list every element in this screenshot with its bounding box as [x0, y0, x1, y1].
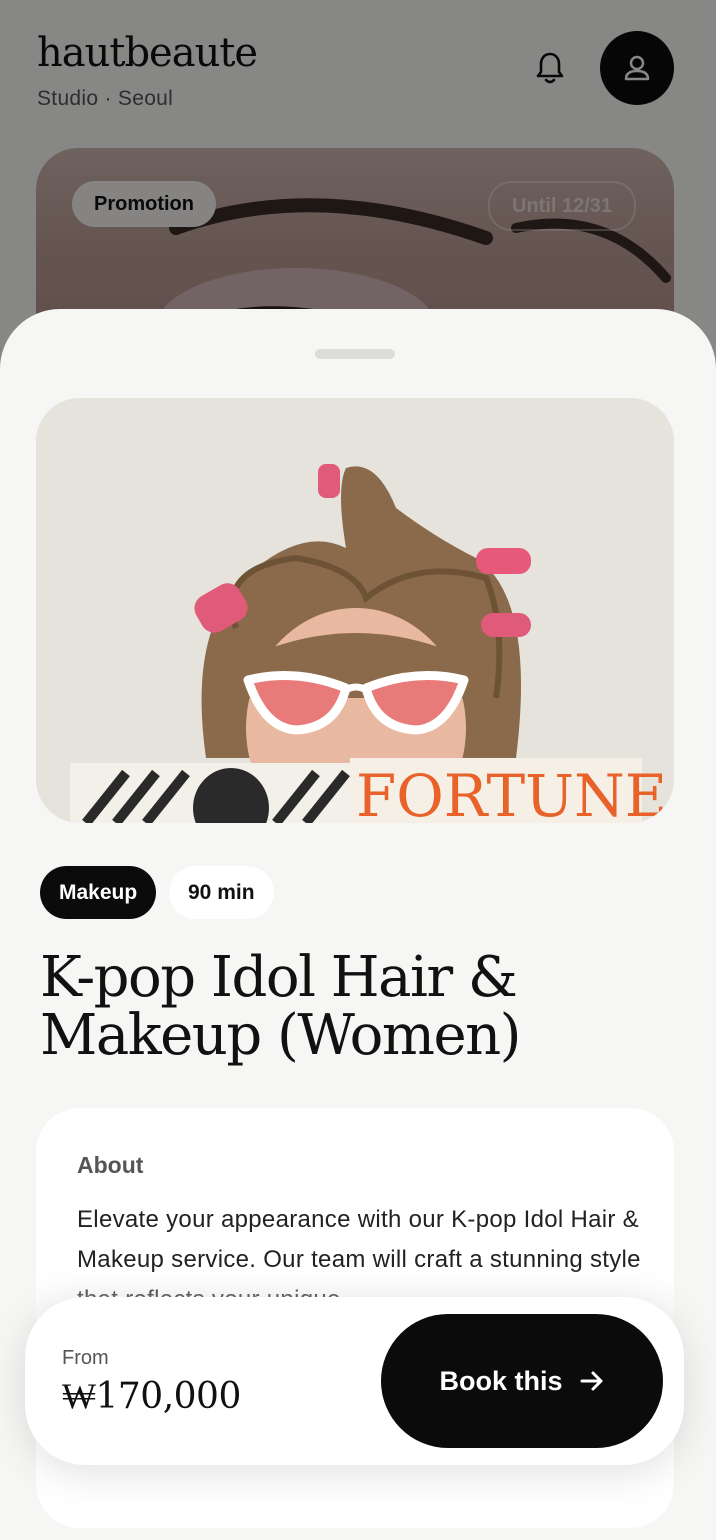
magazine-title: FORTUNE	[356, 762, 667, 823]
arrow-right-icon	[580, 1371, 602, 1391]
service-title: K-pop Idol Hair & Makeup (Women)	[40, 949, 660, 1065]
duration-badge: 90 min	[169, 866, 274, 919]
price-value: ₩170,000	[62, 1376, 241, 1417]
category-badge: Makeup	[40, 866, 157, 919]
about-heading: About	[77, 1152, 144, 1178]
book-button[interactable]: Book this	[381, 1314, 663, 1448]
service-hero-image: FORTUNE	[36, 398, 674, 823]
sheet-drag-handle[interactable]	[315, 349, 395, 359]
booking-bar: From ₩170,000 Book this	[25, 1297, 684, 1465]
service-title-line2: Makeup (Women)	[40, 1003, 522, 1068]
book-button-label: Book this	[439, 1365, 563, 1396]
service-title-line1: K-pop Idol Hair &	[40, 945, 518, 1010]
price-from-label: From	[62, 1347, 109, 1369]
